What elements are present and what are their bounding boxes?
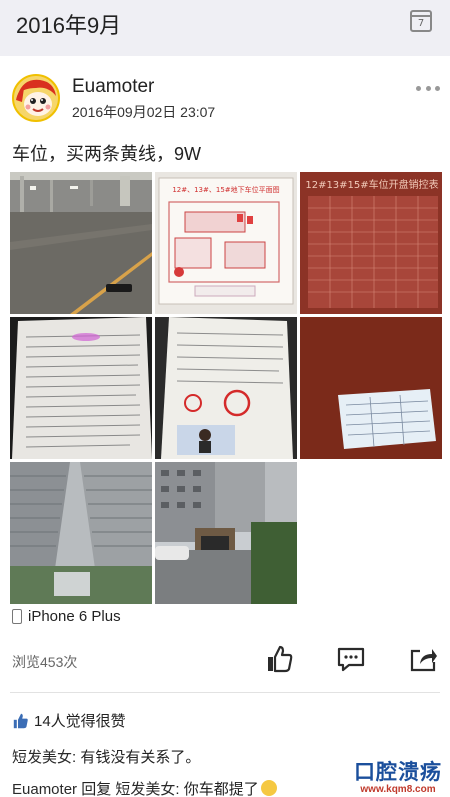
post-card: Euamoter 2016年09月02日 23:07 车位，买两条黄线，9W 1… (0, 56, 450, 797)
like-count: 14人觉得很赞 (34, 713, 126, 730)
comment-item[interactable]: Euamoter 回复 短发美女: 你车都提了 (12, 778, 277, 797)
device-name: iPhone 6 Plus (28, 608, 121, 625)
photo-receipt[interactable] (300, 317, 442, 459)
reply-word: 回复 (77, 781, 116, 797)
comment-text: 有钱没有关系了。 (80, 749, 201, 766)
share-icon[interactable] (408, 644, 442, 678)
photo-contract-document[interactable] (10, 317, 152, 459)
emoji-icon (260, 780, 277, 796)
device-info: iPhone 6 Plus (12, 608, 121, 625)
comment-item[interactable]: 短发美女: 有钱没有关系了。 (12, 746, 200, 767)
floor-plan-title: 12#、13#、15#地下车位平面图 (172, 185, 279, 194)
photo-garage-entrance[interactable] (155, 462, 297, 604)
photo-apartment-towers[interactable] (10, 462, 152, 604)
post-timestamp: 2016年09月02日 23:07 (72, 104, 216, 120)
comment-separator: : (175, 781, 184, 797)
avatar[interactable] (12, 74, 60, 122)
view-count: 浏览453次 (12, 654, 78, 670)
divider (10, 692, 440, 693)
photo-sales-table[interactable]: 12#13#15#车位开盘销控表 (300, 172, 442, 314)
site-watermark: 口腔溃疡 www.kqm8.com (352, 756, 444, 795)
thumbs-up-icon[interactable] (264, 644, 298, 678)
photo-grid: 12#、13#、15#地下车位平面图 12#13#15#车位开盘销控表 (10, 172, 442, 604)
username[interactable]: Euamoter (72, 76, 154, 98)
comment-text: 你车都提了 (183, 781, 259, 797)
phone-icon (12, 609, 22, 624)
photo-parking-garage[interactable] (10, 172, 152, 314)
photo-signed-document[interactable] (155, 317, 297, 459)
like-summary[interactable]: 14人觉得很赞 (12, 710, 126, 731)
post-text: 车位，买两条黄线，9W (12, 144, 201, 164)
watermark-text: 口腔溃疡 (354, 761, 442, 784)
comment-author[interactable]: Euamoter (12, 781, 77, 797)
watermark-url: www.kqm8.com (360, 784, 436, 795)
photo-floor-plan[interactable]: 12#、13#、15#地下车位平面图 (155, 172, 297, 314)
thumbs-up-icon (13, 713, 28, 728)
cartoon-avatar-image (14, 76, 58, 120)
more-icon[interactable] (416, 84, 440, 92)
timeline-header: 2016年9月 7 (0, 0, 450, 48)
calendar-icon[interactable]: 7 (410, 10, 432, 32)
sales-table-title: 12#13#15#车位开盘销控表 (305, 178, 438, 191)
calendar-day: 7 (417, 18, 425, 29)
month-title: 2016年9月 (16, 13, 122, 38)
reply-to-user[interactable]: 短发美女 (115, 781, 175, 797)
comment-icon[interactable] (336, 644, 370, 678)
comment-author[interactable]: 短发美女 (12, 749, 72, 766)
